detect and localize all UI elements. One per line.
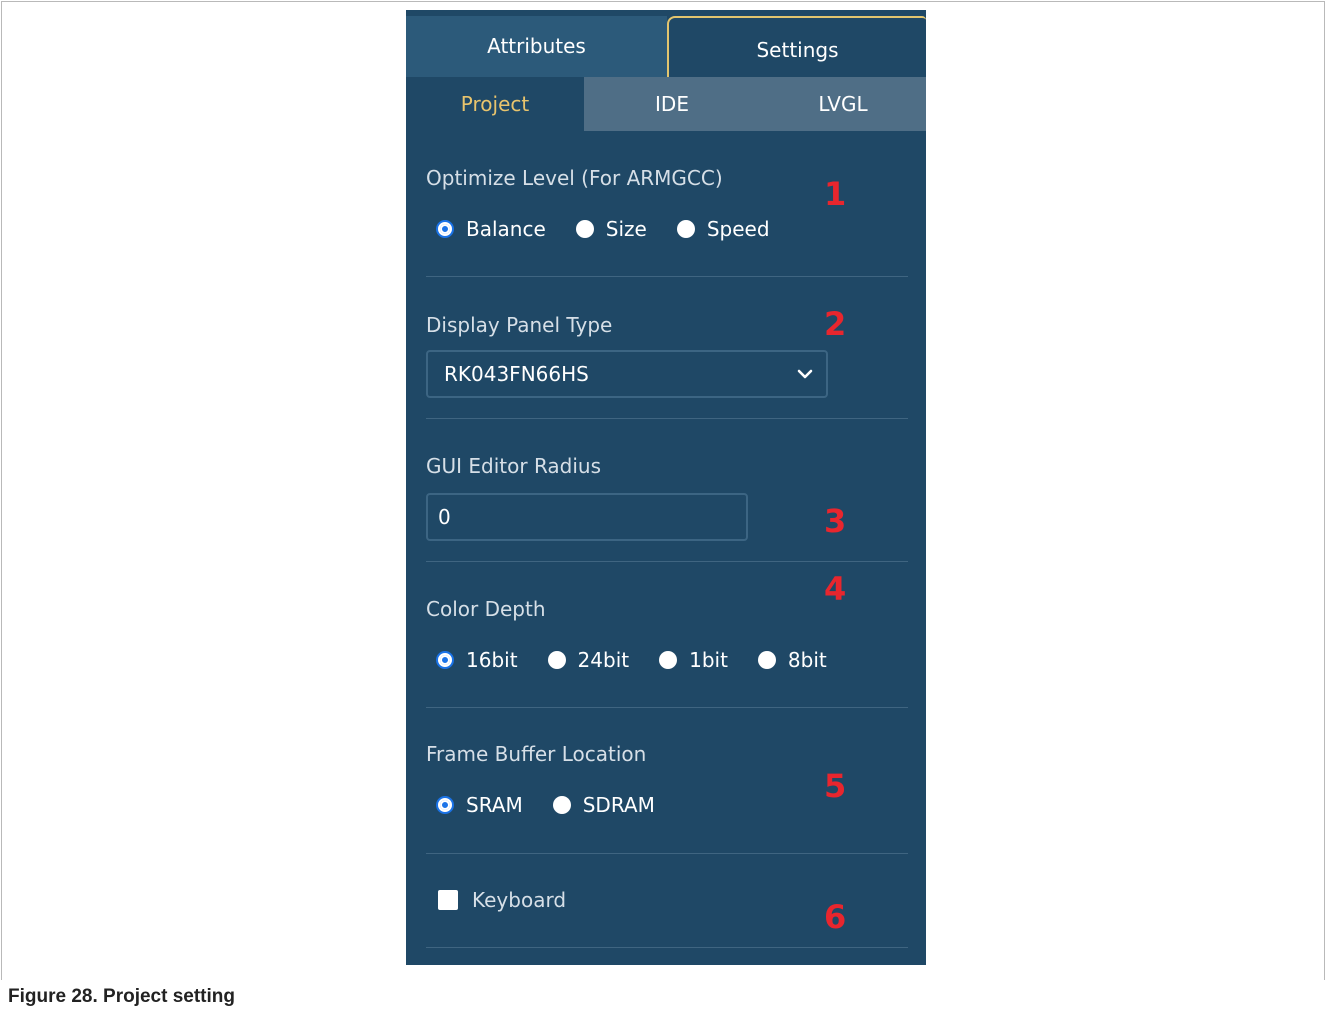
frame-buffer-location-label: Frame Buffer Location	[426, 742, 647, 766]
radio-icon[interactable]	[757, 651, 776, 669]
select-value: RK043FN66HS	[444, 362, 589, 386]
radio-selected-icon[interactable]	[436, 220, 454, 238]
radio-option-balance[interactable]: Balance	[436, 217, 546, 241]
radio-icon[interactable]	[676, 220, 695, 238]
tab-settings[interactable]: Settings	[667, 16, 926, 77]
radio-option-sdram[interactable]: SDRAM	[552, 793, 655, 817]
radio-icon[interactable]	[575, 220, 594, 238]
marker-3: 3	[824, 502, 847, 540]
radio-option-size[interactable]: Size	[575, 217, 647, 241]
marker-6: 6	[824, 898, 847, 936]
display-panel-select[interactable]: RK043FN66HS	[426, 350, 828, 398]
keyboard-label: Keyboard	[472, 888, 567, 912]
radio-selected-icon[interactable]	[436, 796, 454, 814]
keyboard-checkbox-row[interactable]: Keyboard	[438, 888, 566, 912]
optimize-level-label: Optimize Level (For ARMGCC)	[426, 166, 723, 190]
radio-option-1bit[interactable]: 1bit	[659, 648, 728, 672]
subtab-ide[interactable]: IDE	[584, 77, 760, 131]
input-value: 0	[438, 505, 451, 529]
marker-2: 2	[824, 305, 847, 343]
radio-option-16bit[interactable]: 16bit	[436, 648, 518, 672]
radio-label: Speed	[706, 217, 770, 241]
radio-label: SRAM	[466, 793, 523, 817]
marker-4: 4	[824, 570, 847, 608]
gui-editor-radius-input[interactable]: 0	[426, 493, 748, 541]
radio-option-8bit[interactable]: 8bit	[757, 648, 827, 672]
radio-option-sram[interactable]: SRAM	[436, 793, 523, 817]
radio-option-24bit[interactable]: 24bit	[547, 648, 630, 672]
radio-icon[interactable]	[659, 651, 678, 669]
subtab-lvgl[interactable]: LVGL	[760, 77, 926, 131]
radio-label: 1bit	[689, 648, 728, 672]
radio-icon[interactable]	[552, 796, 571, 814]
optimize-level-radio-group: Balance Size Speed	[436, 217, 800, 241]
radio-icon[interactable]	[547, 651, 566, 669]
color-depth-radio-group: 16bit 24bit 1bit 8bit	[436, 648, 857, 672]
radio-label: 16bit	[466, 648, 518, 672]
divider	[426, 418, 908, 419]
divider	[426, 707, 908, 708]
gui-editor-radius-label: GUI Editor Radius	[426, 454, 601, 478]
sub-tabs: Project IDE LVGL	[406, 77, 926, 131]
radio-label: SDRAM	[582, 793, 655, 817]
main-tabs: Attributes Settings	[406, 10, 926, 77]
radio-label: 8bit	[787, 648, 827, 672]
frame-buffer-radio-group: SRAM SDRAM	[436, 793, 685, 817]
settings-panel: Attributes Settings Project IDE LVGL Opt…	[406, 10, 926, 965]
divider	[426, 276, 908, 277]
subtab-project[interactable]: Project	[406, 77, 584, 131]
checkbox-icon[interactable]	[438, 890, 458, 910]
marker-5: 5	[824, 767, 847, 805]
chevron-down-icon	[797, 369, 813, 379]
marker-1: 1	[824, 175, 847, 213]
divider	[426, 947, 908, 948]
divider	[426, 853, 908, 854]
radio-selected-icon[interactable]	[436, 651, 454, 669]
radio-label: 24bit	[577, 648, 630, 672]
figure-caption: Figure 28. Project setting	[8, 986, 235, 1007]
tab-attributes[interactable]: Attributes	[406, 16, 667, 77]
divider	[426, 561, 908, 562]
color-depth-label: Color Depth	[426, 597, 546, 621]
display-panel-type-label: Display Panel Type	[426, 313, 613, 337]
radio-label: Size	[605, 217, 647, 241]
radio-label: Balance	[466, 217, 546, 241]
radio-option-speed[interactable]: Speed	[676, 217, 770, 241]
